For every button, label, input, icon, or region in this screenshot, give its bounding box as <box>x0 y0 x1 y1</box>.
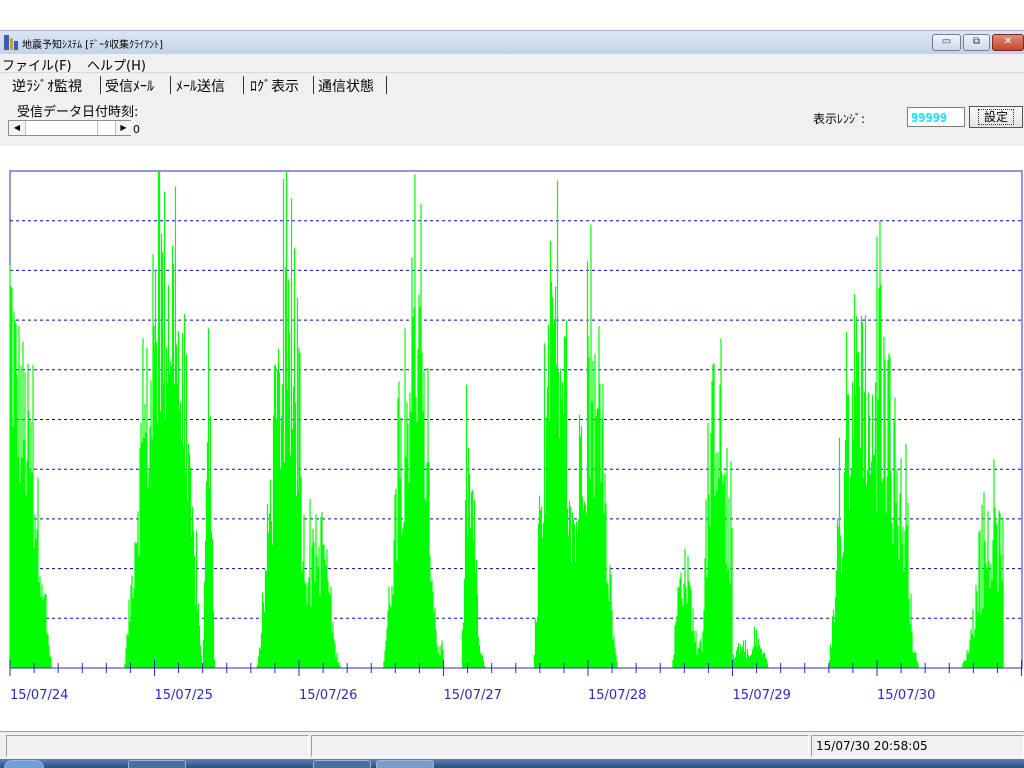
taskbar-button-active[interactable] <box>376 760 434 768</box>
window-title: 地震予知ｼｽﾃﾑ [ﾃﾞｰﾀ収集ｸﾗｲｱﾝﾄ] <box>22 40 163 51</box>
minimize-button[interactable]: ▭ <box>932 34 961 51</box>
x-tick-label: 15/07/26 <box>299 688 357 703</box>
x-tick-label: 15/07/30 <box>877 688 935 703</box>
tab-divider <box>170 76 171 94</box>
status-timestamp: 15/07/30 20:58:05 <box>816 739 928 753</box>
x-tick-label: 15/07/27 <box>444 688 502 703</box>
maximize-button[interactable]: ⧉ <box>963 34 990 51</box>
tab-received-mail[interactable]: 受信ﾒｰﾙ <box>105 76 154 96</box>
taskbar-button[interactable] <box>313 760 371 768</box>
display-range-label: 表示ﾚﾝｼﾞ: <box>813 112 866 126</box>
tab-send-mail[interactable]: ﾒｰﾙ送信 <box>176 76 225 96</box>
menu-bar: ファイル(F) ヘルプ(H) <box>0 54 1024 74</box>
taskbar-button[interactable] <box>128 760 186 768</box>
x-tick-label: 15/07/24 <box>10 688 68 703</box>
x-tick-label: 15/07/28 <box>588 688 646 703</box>
scroll-right-arrow-icon[interactable]: ▶ <box>115 121 131 135</box>
date-scrollbar[interactable]: ◀ ▶ <box>8 120 131 136</box>
menu-help[interactable]: ヘルプ(H) <box>87 55 146 74</box>
status-pane-3: 15/07/30 20:58:05 <box>811 735 1024 757</box>
menu-file[interactable]: ファイル(F) <box>2 55 72 74</box>
scroll-value: 0 <box>133 123 140 136</box>
tab-reverse-radio-monitor[interactable]: 逆ﾗｼﾞｵ監視 <box>12 76 82 96</box>
tab-strip: 逆ﾗｼﾞｵ監視 受信ﾒｰﾙ ﾒｰﾙ送信 ﾛｸﾞ表示 通信状態 <box>0 73 1024 98</box>
scroll-left-arrow-icon[interactable]: ◀ <box>9 121 26 135</box>
tab-comm-status[interactable]: 通信状態 <box>318 76 374 96</box>
status-bar: 15/07/30 20:58:05 <box>0 731 1024 760</box>
set-button[interactable]: 設定 <box>969 106 1023 128</box>
tab-log-view[interactable]: ﾛｸﾞ表示 <box>250 76 299 96</box>
os-taskbar <box>0 759 1024 768</box>
x-tick-label: 15/07/29 <box>733 688 791 703</box>
tab-divider <box>243 76 244 94</box>
chart-canvas: 15/07/24 15/07/25 15/07/26 15/07/27 15/07/28… <box>9 170 1023 703</box>
status-pane-2 <box>311 735 809 757</box>
scroll-thumb[interactable] <box>97 121 117 135</box>
display-range-input[interactable] <box>907 107 965 127</box>
tab-divider <box>313 76 314 94</box>
tab-divider <box>386 76 387 94</box>
radio-monitor-chart: 15/07/24 15/07/25 15/07/26 15/07/27 15/07/28… <box>0 146 1024 726</box>
close-button[interactable]: ✕ <box>992 34 1024 51</box>
control-panel: 受信データ日付時刻: ◀ ▶ 0 表示ﾚﾝｼﾞ: 設定 <box>0 98 1024 146</box>
app-icon <box>4 35 18 50</box>
set-button-label: 設定 <box>977 109 1015 125</box>
x-tick-label: 15/07/25 <box>155 688 213 703</box>
title-bar[interactable]: 地震予知ｼｽﾃﾑ [ﾃﾞｰﾀ収集ｸﾗｲｱﾝﾄ] ▭ ⧉ ✕ <box>0 30 1024 54</box>
start-orb-icon[interactable] <box>4 760 44 768</box>
received-date-label: 受信データ日付時刻: <box>17 105 139 120</box>
tab-divider <box>100 76 101 94</box>
status-pane-1 <box>6 735 309 757</box>
